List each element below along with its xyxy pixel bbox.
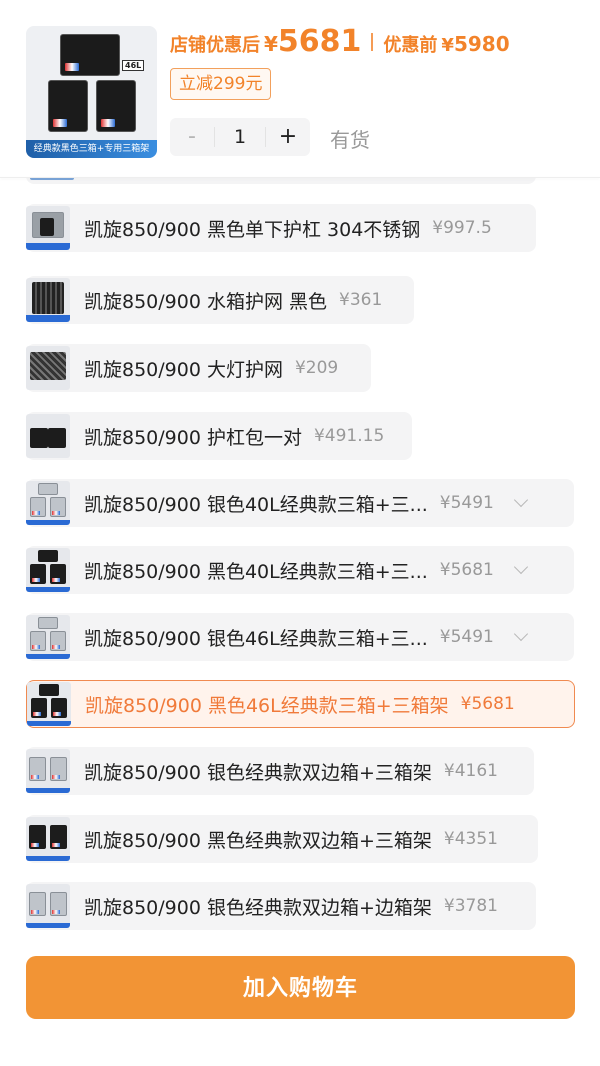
chevron-down-icon[interactable] <box>513 492 528 508</box>
option-thumbnail <box>26 548 70 592</box>
option-name: 凯旋850/900 银色40L经典款三箱+三... <box>84 493 428 516</box>
chevron-down-icon[interactable] <box>513 559 528 575</box>
option-name: 凯旋850/900 银色经典款双边箱+三箱架 <box>84 761 432 784</box>
option-name: 凯旋850/900 黑色46L经典款三箱+三箱架 <box>85 694 449 717</box>
variant-option[interactable]: 凯旋850/900 黑色40L经典款三箱+三... ¥5681 <box>26 546 574 594</box>
variant-option[interactable]: 凯旋850/900 大灯护网 ¥209 <box>26 344 371 392</box>
variant-option[interactable]: 凯旋850/900 水箱护网 黑色 ¥361 <box>26 276 414 324</box>
option-price: ¥5491 <box>439 493 494 513</box>
option-price: ¥5681 <box>439 560 494 580</box>
add-to-cart-button[interactable]: 加入购物车 <box>26 956 575 1019</box>
right-case-shape <box>96 80 136 132</box>
option-thumbnail <box>26 749 70 793</box>
option-thumbnail <box>26 817 70 861</box>
quantity-stepper: - 1 + <box>170 118 310 156</box>
option-name: 凯旋850/900 大灯护网 <box>84 358 283 381</box>
original-price: 5980 <box>453 32 510 56</box>
option-thumbnail <box>26 414 70 458</box>
stock-status: 有货 <box>330 128 370 152</box>
option-price: ¥4351 <box>443 829 498 849</box>
top-case-shape <box>60 34 120 76</box>
price-row: 店铺优惠后 ¥ 5681 优惠前 ¥ 5980 <box>170 24 510 60</box>
quantity-value[interactable]: 1 <box>214 127 266 147</box>
option-price: ¥4161 <box>443 761 498 781</box>
option-price: ¥3781 <box>443 896 498 916</box>
chevron-down-icon[interactable] <box>513 626 528 642</box>
product-image[interactable]: 46L 经典款黑色三箱+专用三箱架 <box>26 26 157 158</box>
promo-currency: ¥ <box>264 32 278 56</box>
left-case-shape <box>48 80 88 132</box>
option-thumbnail <box>26 615 70 659</box>
option-thumbnail <box>26 278 70 322</box>
decrease-quantity-button[interactable]: - <box>170 118 214 156</box>
variant-option[interactable]: 凯旋850/900 黑色单下护杠 304不锈钢 ¥997.5 <box>26 204 536 252</box>
option-thumbnail <box>26 346 70 390</box>
promo-price-label: 店铺优惠后 <box>170 35 260 56</box>
discount-badge: 立减299元 <box>170 68 272 100</box>
option-name: 凯旋850/900 水箱护网 黑色 <box>84 290 328 313</box>
option-name: 凯旋850/900 黑色单下护杠 304不锈钢 <box>84 218 421 241</box>
variant-option[interactable]: 凯旋850/900 护杠包一对 ¥491.15 <box>26 412 412 460</box>
option-name: 凯旋850/900 黑色40L经典款三箱+三... <box>84 560 428 583</box>
option-thumbnail <box>26 206 70 250</box>
product-header: 46L 经典款黑色三箱+专用三箱架 店铺优惠后 ¥ 5681 优惠前 ¥ 598… <box>0 0 600 178</box>
product-image-banner: 经典款黑色三箱+专用三箱架 <box>26 140 157 158</box>
promo-price: 5681 <box>277 24 362 59</box>
variant-option[interactable]: 凯旋850/900 银色46L经典款三箱+三... ¥5491 <box>26 613 574 661</box>
increase-quantity-button[interactable]: + <box>266 118 310 156</box>
variant-option[interactable]: 凯旋850/900 银色经典款双边箱+边箱架 ¥3781 <box>26 882 536 930</box>
original-currency: ¥ <box>441 35 454 56</box>
price-separator <box>371 33 374 51</box>
option-price: ¥361 <box>339 290 383 310</box>
variant-option[interactable]: 凯旋850/900 黑色经典款双边箱+三箱架 ¥4351 <box>26 815 538 863</box>
option-name: 凯旋850/900 护杠包一对 <box>84 426 302 449</box>
option-name: 凯旋850/900 银色46L经典款三箱+三... <box>84 627 428 650</box>
variant-option[interactable]: 凯旋850/900 银色40L经典款三箱+三... ¥5491 <box>26 479 574 527</box>
option-thumbnail <box>26 481 70 525</box>
variant-option[interactable]: 凯旋850/900 黑色46L经典款三箱+三箱架 ¥5681 <box>26 680 575 728</box>
option-price: ¥209 <box>294 358 339 378</box>
capacity-tag: 46L <box>122 60 145 71</box>
option-name: 凯旋850/900 黑色经典款双边箱+三箱架 <box>84 829 432 852</box>
header-divider <box>0 177 600 178</box>
original-price-label: 优惠前 <box>383 35 438 56</box>
option-price: ¥491.15 <box>313 426 385 446</box>
option-price: ¥5491 <box>439 627 494 647</box>
option-price: ¥997.5 <box>432 218 492 238</box>
option-thumbnail <box>26 884 70 928</box>
option-thumbnail <box>27 682 71 726</box>
option-name: 凯旋850/900 银色经典款双边箱+边箱架 <box>84 896 432 919</box>
option-price: ¥5681 <box>460 694 515 714</box>
variant-option[interactable]: 凯旋850/900 银色经典款双边箱+三箱架 ¥4161 <box>26 747 534 795</box>
